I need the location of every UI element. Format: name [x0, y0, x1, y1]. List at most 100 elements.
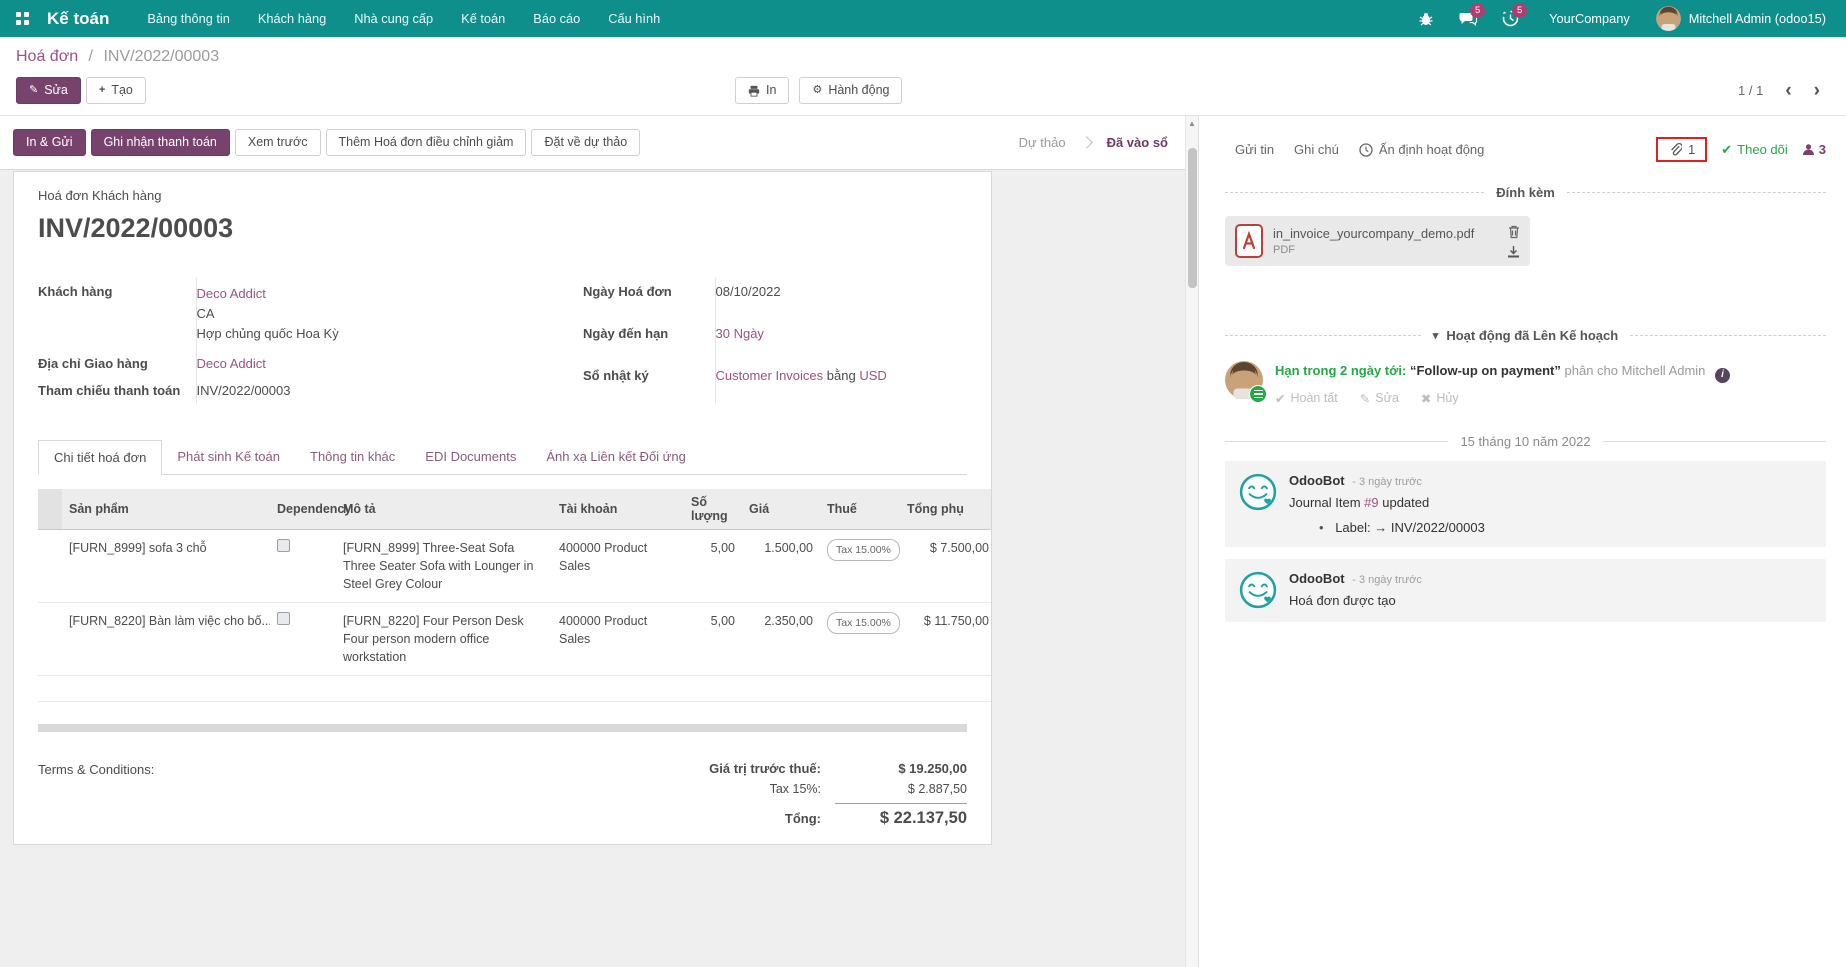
send-message-button[interactable]: Gửi tin — [1225, 136, 1284, 163]
invoice-lines-table: Sản phẩm Dependency Mô tả Tài khoản Số l… — [38, 489, 992, 702]
schedule-activity-button[interactable]: Ấn định hoạt động — [1349, 136, 1495, 163]
column-account[interactable]: Tài khoản — [552, 489, 684, 530]
menu-reporting[interactable]: Báo cáo — [521, 1, 592, 36]
followers-button[interactable]: 3 — [1802, 142, 1826, 157]
planned-activities-header: ▾ Hoạt động đã Lên Kế hoạch — [1225, 328, 1826, 343]
row-handle[interactable] — [38, 530, 62, 603]
messages-icon[interactable]: 5 — [1451, 0, 1485, 37]
line-price: 2.350,00 — [742, 603, 820, 676]
download-attachment-icon[interactable] — [1507, 245, 1520, 258]
menu-dashboard[interactable]: Bảng thông tin — [135, 1, 242, 36]
currency-link[interactable]: USD — [859, 368, 886, 383]
debug-bug-icon[interactable] — [1409, 0, 1443, 37]
notebook-tabs: Chi tiết hoá đơn Phát sinh Kế toán Thông… — [38, 440, 967, 475]
preview-button[interactable]: Xem trước — [235, 129, 321, 156]
status-posted[interactable]: Đã vào sổ — [1107, 135, 1168, 150]
following-button[interactable]: ✔ Theo dõi — [1721, 142, 1788, 158]
menu-configuration[interactable]: Cấu hình — [596, 1, 672, 36]
breadcrumb-separator: / — [89, 48, 93, 65]
customer-state: CA — [197, 304, 572, 324]
tab-other-info[interactable]: Thông tin khác — [295, 440, 410, 474]
tab-invoice-lines[interactable]: Chi tiết hoá đơn — [38, 440, 162, 475]
menu-vendors[interactable]: Nhà cung cấp — [342, 1, 445, 36]
pager-previous-icon[interactable]: ‹ — [1785, 81, 1791, 100]
line-quantity: 5,00 — [684, 530, 742, 603]
column-price[interactable]: Giá — [742, 489, 820, 530]
delivery-address-link[interactable]: Deco Addict — [197, 356, 266, 371]
message-body: Hoá đơn được tạo — [1289, 591, 1422, 610]
pager-next-icon[interactable]: › — [1814, 81, 1820, 100]
terms-label[interactable]: Terms & Conditions: — [38, 758, 154, 845]
tab-counterpart-mapping[interactable]: Ánh xạ Liên kết Đối ứng — [531, 440, 701, 474]
payment-terms-link[interactable]: 30 Ngày — [716, 326, 764, 341]
column-dependency[interactable]: Dependency — [270, 489, 336, 530]
line-quantity: 5,00 — [684, 603, 742, 676]
dependency-checkbox[interactable] — [277, 612, 290, 625]
column-product[interactable]: Sản phẩm — [62, 489, 270, 530]
activities-icon[interactable]: 5 — [1493, 0, 1527, 37]
journal-item-link[interactable]: #9 — [1364, 495, 1378, 510]
user-menu[interactable]: Mitchell Admin (odoo15) — [1652, 6, 1830, 31]
print-button[interactable]: In — [735, 77, 789, 104]
pencil-icon: ✎ — [29, 84, 38, 97]
line-price: 1.500,00 — [742, 530, 820, 603]
scroll-up-icon[interactable]: ▲ — [1186, 116, 1198, 128]
menu-customers[interactable]: Khách hàng — [246, 1, 338, 36]
register-payment-button[interactable]: Ghi nhận thanh toán — [91, 129, 230, 156]
column-subtotal[interactable]: Tổng phụ — [900, 489, 992, 530]
log-note-button[interactable]: Ghi chú — [1284, 136, 1349, 163]
line-account: 400000 Product Sales — [552, 530, 684, 603]
follower-count: 3 — [1819, 142, 1826, 157]
tab-edi-documents[interactable]: EDI Documents — [410, 440, 531, 474]
reset-to-draft-button[interactable]: Đặt về dự thảo — [531, 129, 640, 156]
edit-button[interactable]: ✎ Sửa — [16, 77, 81, 104]
column-quantity[interactable]: Số lượng — [684, 489, 742, 530]
invoice-number: INV/2022/00003 — [38, 213, 967, 244]
line-description: [FURN_8220] Four Person Desk Four person… — [336, 603, 552, 676]
activities-badge: 5 — [1512, 3, 1527, 18]
info-icon[interactable]: i — [1715, 368, 1730, 383]
column-tax[interactable]: Thuế — [820, 489, 900, 530]
attachment-card[interactable]: in_invoice_yourcompany_demo.pdf PDF — [1225, 216, 1530, 266]
untaxed-amount-label: Giá trị trước thuế: — [709, 761, 821, 776]
status-draft[interactable]: Dự thảo — [1019, 135, 1066, 150]
breadcrumb-invoices-link[interactable]: Hoá đơn — [16, 48, 78, 65]
tracking-value: • Label: → INV/2022/00003 — [1319, 520, 1485, 535]
company-switcher[interactable]: YourCompany — [1535, 11, 1644, 26]
arrow-right-icon: → — [1374, 520, 1387, 535]
caret-down-icon[interactable]: ▾ — [1433, 329, 1439, 342]
scrollbar-thumb[interactable] — [1188, 148, 1197, 288]
message-item: OdooBot - 3 ngày trước Hoá đơn được tạo — [1225, 559, 1826, 622]
totals-block: Giá trị trước thuế: $ 19.250,00 Tax 15%:… — [637, 758, 967, 845]
menu-accounting[interactable]: Kế toán — [449, 1, 517, 36]
message-author[interactable]: OdooBot — [1289, 571, 1345, 586]
invoice-line-row[interactable]: [FURN_8999] sofa 3 chỗ [FURN_8999] Three… — [38, 530, 992, 603]
check-icon: ✔ — [1275, 391, 1285, 406]
edit-activity-button[interactable]: ✎Sửa — [1360, 391, 1399, 406]
row-handle[interactable] — [38, 603, 62, 676]
apps-menu-icon[interactable] — [16, 12, 29, 25]
vertical-scrollbar[interactable]: ▲ — [1185, 116, 1198, 967]
dependency-checkbox[interactable] — [277, 539, 290, 552]
column-description[interactable]: Mô tả — [336, 489, 552, 530]
action-button[interactable]: ⚙ Hành động — [799, 77, 902, 104]
tab-journal-items[interactable]: Phát sinh Kế toán — [162, 440, 295, 474]
app-name[interactable]: Kế toán — [47, 9, 109, 29]
total-label: Tổng: — [785, 811, 821, 826]
activity-summary: “Follow-up on payment” — [1410, 363, 1561, 378]
payment-reference-value: INV/2022/00003 — [196, 377, 583, 404]
journal-link[interactable]: Customer Invoices — [716, 368, 824, 383]
cancel-activity-button[interactable]: ✖Hủy — [1421, 391, 1459, 406]
customer-country: Hợp chủng quốc Hoa Kỳ — [197, 324, 572, 344]
add-credit-note-button[interactable]: Thêm Hoá đơn điều chỉnh giảm — [326, 129, 527, 156]
total-value: $ 22.137,50 — [849, 809, 967, 828]
send-and-print-button[interactable]: In & Gửi — [13, 129, 86, 156]
message-author[interactable]: OdooBot — [1289, 473, 1345, 488]
attachments-button[interactable]: 1 — [1656, 137, 1707, 162]
tracking-new-value: INV/2022/00003 — [1391, 520, 1485, 535]
create-button[interactable]: + Tạo — [86, 77, 146, 104]
customer-link[interactable]: Deco Addict — [197, 284, 572, 304]
delete-attachment-icon[interactable] — [1508, 225, 1520, 239]
invoice-line-row[interactable]: [FURN_8220] Bàn làm việc cho bố... [FURN… — [38, 603, 992, 676]
mark-done-button[interactable]: ✔Hoàn tất — [1275, 391, 1338, 406]
